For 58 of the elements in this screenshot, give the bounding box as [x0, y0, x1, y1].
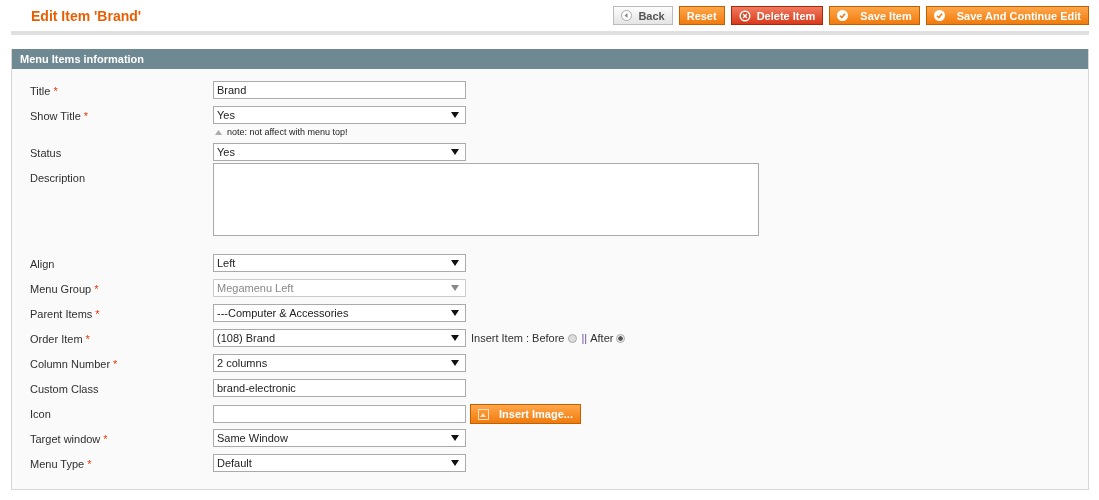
field-label: Align [30, 258, 55, 270]
required-mark: * [113, 358, 118, 370]
dropdown-arrow-icon [451, 335, 459, 341]
close-icon [738, 9, 751, 22]
dropdown-arrow-icon [451, 310, 459, 316]
field-note: note: not affect with menu top! [227, 127, 348, 137]
required-mark: * [53, 85, 58, 97]
field-label: Order Item [30, 333, 83, 345]
field-label: Icon [30, 408, 51, 420]
field-label: Title [30, 85, 51, 97]
up-triangle-icon [215, 129, 222, 135]
field-label: Menu Type [30, 458, 85, 470]
text-field[interactable]: brand-electronic [213, 379, 466, 397]
dropdown-arrow-icon [451, 112, 459, 118]
required-mark: * [83, 110, 89, 122]
select-field[interactable]: 2 columns [213, 354, 466, 372]
required-mark: * [95, 308, 100, 320]
select-field[interactable]: ---Computer & Accessories [213, 304, 466, 322]
field-label: Show Title [30, 110, 81, 122]
required-mark: * [103, 433, 108, 445]
required-mark: * [87, 458, 92, 470]
dropdown-arrow-icon [451, 360, 459, 366]
check-icon [933, 10, 945, 21]
text-field[interactable]: Brand [213, 81, 466, 99]
dropdown-arrow-icon [451, 285, 459, 291]
radio-label: After [590, 332, 614, 344]
dropdown-arrow-icon [451, 149, 459, 155]
dropdown-arrow-icon [451, 260, 459, 266]
field-label: Column Number [30, 358, 111, 370]
select-field[interactable]: Same Window [213, 429, 466, 447]
separator-text: || [581, 332, 588, 344]
field-label: Target window [30, 433, 101, 445]
field-label: Menu Group [30, 283, 92, 295]
radio-button[interactable] [616, 333, 626, 343]
radio-label: Before [532, 332, 565, 344]
delete-button[interactable]: Delete Item [730, 6, 824, 25]
field-label: Custom Class [30, 383, 99, 395]
field-label: Description [30, 172, 86, 184]
field-label: Parent Items [30, 308, 93, 320]
image-icon [478, 408, 489, 420]
page-title: Edit Item 'Brand' [31, 7, 142, 24]
select-field[interactable]: Default [213, 454, 466, 472]
insert-label: Insert Item : [471, 332, 530, 344]
icon-field[interactable] [213, 405, 466, 423]
select-field[interactable]: Yes [213, 106, 466, 124]
select-field[interactable]: Left [213, 254, 466, 272]
description-field[interactable] [213, 163, 759, 236]
select-field[interactable]: Yes [213, 143, 466, 161]
radio-button[interactable] [567, 333, 577, 343]
dropdown-arrow-icon [451, 460, 459, 466]
select-field[interactable]: (108) Brand [213, 329, 466, 347]
check-icon [837, 10, 849, 21]
required-mark: * [85, 333, 90, 345]
dropdown-arrow-icon [451, 435, 459, 441]
required-mark: * [94, 283, 99, 295]
section-header: Menu Items information [12, 49, 1088, 69]
field-label: Status [30, 147, 62, 159]
back-button[interactable]: Back [613, 6, 673, 25]
